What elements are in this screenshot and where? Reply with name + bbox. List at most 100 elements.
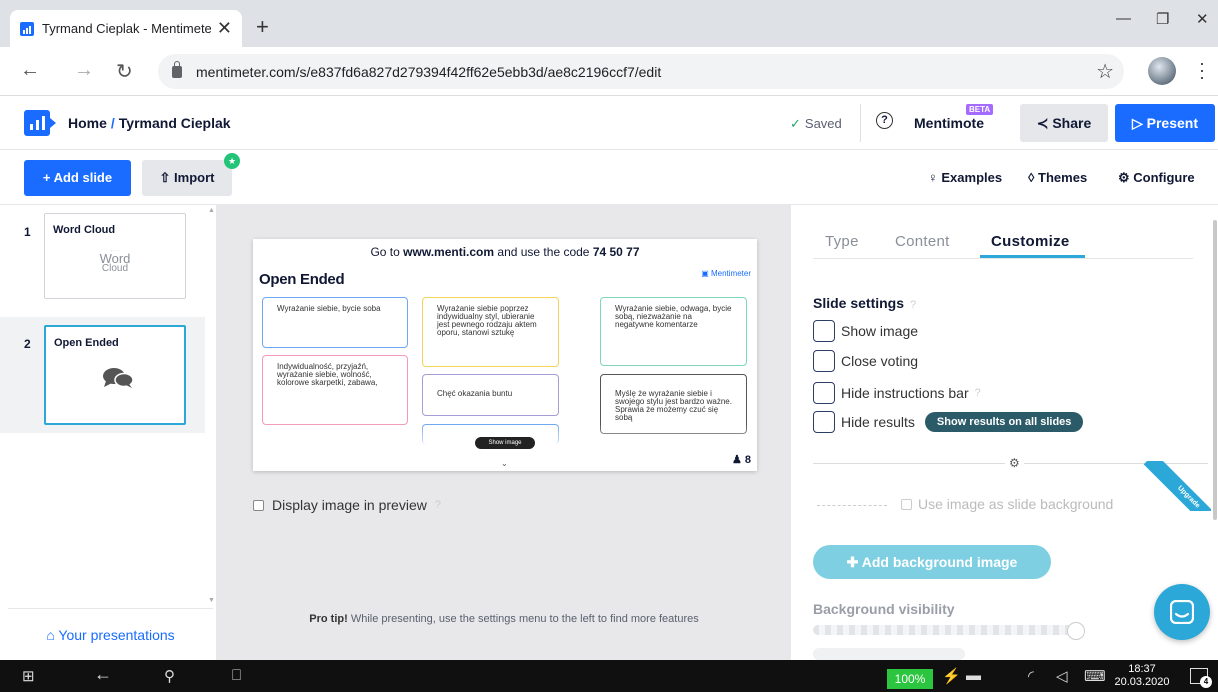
help-icon[interactable]: ? <box>876 112 893 129</box>
configure-button[interactable]: ⚙ Configure <box>1118 170 1195 186</box>
share-button[interactable]: ≺ Share <box>1020 104 1108 142</box>
search-icon[interactable]: ⚲ <box>164 667 175 685</box>
examples-label: Examples <box>941 170 1003 185</box>
slide-list-scrollbar[interactable]: ▲ ▼ <box>205 205 217 615</box>
response-card: Wyrażanie siebie poprzez indywidualny st… <box>422 297 559 367</box>
checkbox-box[interactable] <box>901 498 912 510</box>
checkbox-box[interactable] <box>813 382 835 404</box>
import-button[interactable]: ⇧ Import <box>142 160 232 196</box>
breadcrumb-home[interactable]: Home <box>68 115 107 131</box>
back-icon[interactable]: ← <box>94 664 112 685</box>
checkbox-box[interactable] <box>813 350 835 372</box>
restore-icon[interactable]: ❐ <box>1156 10 1169 28</box>
reload-icon[interactable]: ↻ <box>116 59 133 84</box>
taskbar-clock[interactable]: 18:37 20.03.2020 <box>1112 663 1172 689</box>
themes-button[interactable]: ◊ Themes <box>1028 170 1087 185</box>
response-text: Wyrażanie siebie poprzez indywidualny st… <box>437 304 537 337</box>
your-presentations-link[interactable]: ⌂ Your presentations <box>8 608 213 660</box>
hide-instructions-option[interactable]: Hide instructions bar? <box>813 382 981 404</box>
upgrade-label: Upgrade <box>1143 461 1211 511</box>
hide-results-option[interactable]: Hide results Show results on all slides <box>813 411 1084 433</box>
forward-icon[interactable]: → <box>74 59 94 82</box>
reset-button[interactable] <box>813 648 965 660</box>
slider-handle[interactable] <box>1067 622 1085 640</box>
slide-item-2[interactable]: 2 Open Ended <box>0 317 205 433</box>
back-icon[interactable]: ← <box>20 59 40 82</box>
task-view-icon[interactable]: ⎕ <box>232 667 241 684</box>
option-label: Hide instructions bar <box>841 385 969 401</box>
close-voting-option[interactable]: Close voting <box>813 350 918 372</box>
participant-count: ♟ 8 <box>732 453 751 466</box>
network-icon[interactable]: ▬ <box>966 667 981 684</box>
word-cloud-thumbnail: · · · · Word Cloud <box>95 249 135 274</box>
minimize-icon[interactable]: — <box>1116 10 1131 27</box>
tab-content[interactable]: Content <box>895 233 950 250</box>
profile-avatar[interactable] <box>1148 57 1176 85</box>
checkbox-box[interactable] <box>813 411 835 433</box>
add-background-image-button[interactable]: ✚ Add background image <box>813 545 1051 579</box>
keyboard-icon[interactable]: ⌨ <box>1084 667 1106 685</box>
show-results-all-slides-button[interactable]: Show results on all slides <box>924 412 1084 432</box>
upgrade-ribbon[interactable]: Upgrade <box>1131 461 1211 511</box>
beta-badge: BETA <box>966 104 994 115</box>
tab-type[interactable]: Type <box>825 233 859 250</box>
instruction-text: and use the code <box>494 245 593 259</box>
slide-thumbnail[interactable]: Word Cloud · · · · Word Cloud <box>44 213 186 299</box>
display-image-checkbox[interactable]: Display image in preview ? <box>253 497 441 513</box>
slide-preview-area: Go to www.menti.com and use the code 74 … <box>217 205 791 660</box>
plus-icon: ✚ <box>846 554 862 570</box>
present-label: Present <box>1146 115 1198 131</box>
mentimote-button[interactable]: Mentimote <box>914 115 984 131</box>
scroll-up-icon[interactable]: ▲ <box>208 207 215 214</box>
new-tab-icon[interactable]: + <box>256 14 269 40</box>
slide-thumbnail[interactable]: Open Ended <box>44 325 186 425</box>
slide-item-1[interactable]: 1 Word Cloud · · · · Word Cloud <box>0 205 205 317</box>
browser-tab[interactable]: Tyrmand Cieplak - Mentimeter ✕ <box>10 10 242 47</box>
dashed-divider <box>817 505 887 506</box>
url-field[interactable]: mentimeter.com/s/e837fd6a827d279394f42ff… <box>158 54 1124 89</box>
present-button[interactable]: ▷ Present <box>1115 104 1215 142</box>
use-image-bg-option[interactable]: Use image as slide background <box>901 496 1113 512</box>
mentimeter-logo-icon[interactable] <box>24 110 56 136</box>
background-visibility-slider[interactable] <box>813 625 1083 635</box>
response-card: Chęć okazania buntu <box>422 374 559 416</box>
response-card: Wyrażanie siebie, odwaga, bycie sobą, ni… <box>600 297 747 366</box>
chevron-down-icon[interactable]: ⌄ <box>501 459 508 468</box>
close-window-icon[interactable]: ✕ <box>1196 10 1209 28</box>
your-presentations-label: Your presentations <box>58 627 175 643</box>
slide-number: 1 <box>24 225 31 239</box>
bookmark-star-icon[interactable]: ☆ <box>1096 59 1114 84</box>
pro-tip-text: While presenting, use the settings menu … <box>347 613 699 625</box>
show-image-option[interactable]: Show image <box>813 320 918 342</box>
help-icon[interactable]: ? <box>975 387 981 399</box>
checkbox-box[interactable] <box>813 320 835 342</box>
browser-menu-icon[interactable]: · · · <box>1199 54 1205 86</box>
slide-number: 2 <box>24 337 31 351</box>
chat-button[interactable] <box>1154 584 1210 640</box>
examples-button[interactable]: ♀ Examples <box>928 170 1002 185</box>
speaker-icon[interactable]: ◁ <box>1056 667 1068 685</box>
panel-scrollbar[interactable] <box>1213 220 1217 520</box>
tab-title: Tyrmand Cieplak - Mentimeter <box>42 21 211 36</box>
show-image-button[interactable]: Show image <box>475 437 535 449</box>
scroll-down-icon[interactable]: ▼ <box>208 597 215 604</box>
checkbox-box[interactable] <box>253 499 264 511</box>
browser-tab-bar: Tyrmand Cieplak - Mentimeter ✕ + — ❐ ✕ <box>0 0 1218 47</box>
tab-customize[interactable]: Customize <box>991 233 1070 250</box>
battery-indicator[interactable]: 100% <box>887 669 933 689</box>
configure-label: Configure <box>1133 170 1195 185</box>
slide-settings-label: Slide settings <box>813 295 905 311</box>
slide-preview[interactable]: Go to www.menti.com and use the code 74 … <box>253 239 757 471</box>
star-badge-icon: ★ <box>224 153 240 169</box>
add-slide-button[interactable]: + Add slide <box>24 160 131 196</box>
help-icon[interactable]: ? <box>435 499 441 511</box>
wifi-icon[interactable]: ◜ <box>1028 667 1034 685</box>
help-icon[interactable]: ? <box>910 299 916 311</box>
response-card: Indywidualność, przyjaźń, wyrażanie sieb… <box>262 355 408 425</box>
slide-question-title: Open Ended <box>259 271 345 288</box>
response-text: Indywidualność, przyjaźń, wyrażanie sieb… <box>277 362 378 387</box>
windows-start-icon[interactable]: ⊞ <box>22 667 35 685</box>
clock-date: 20.03.2020 <box>1114 676 1170 688</box>
breadcrumb-presentation[interactable]: Tyrmand Cieplak <box>119 115 231 131</box>
close-tab-icon[interactable]: ✕ <box>217 18 232 39</box>
